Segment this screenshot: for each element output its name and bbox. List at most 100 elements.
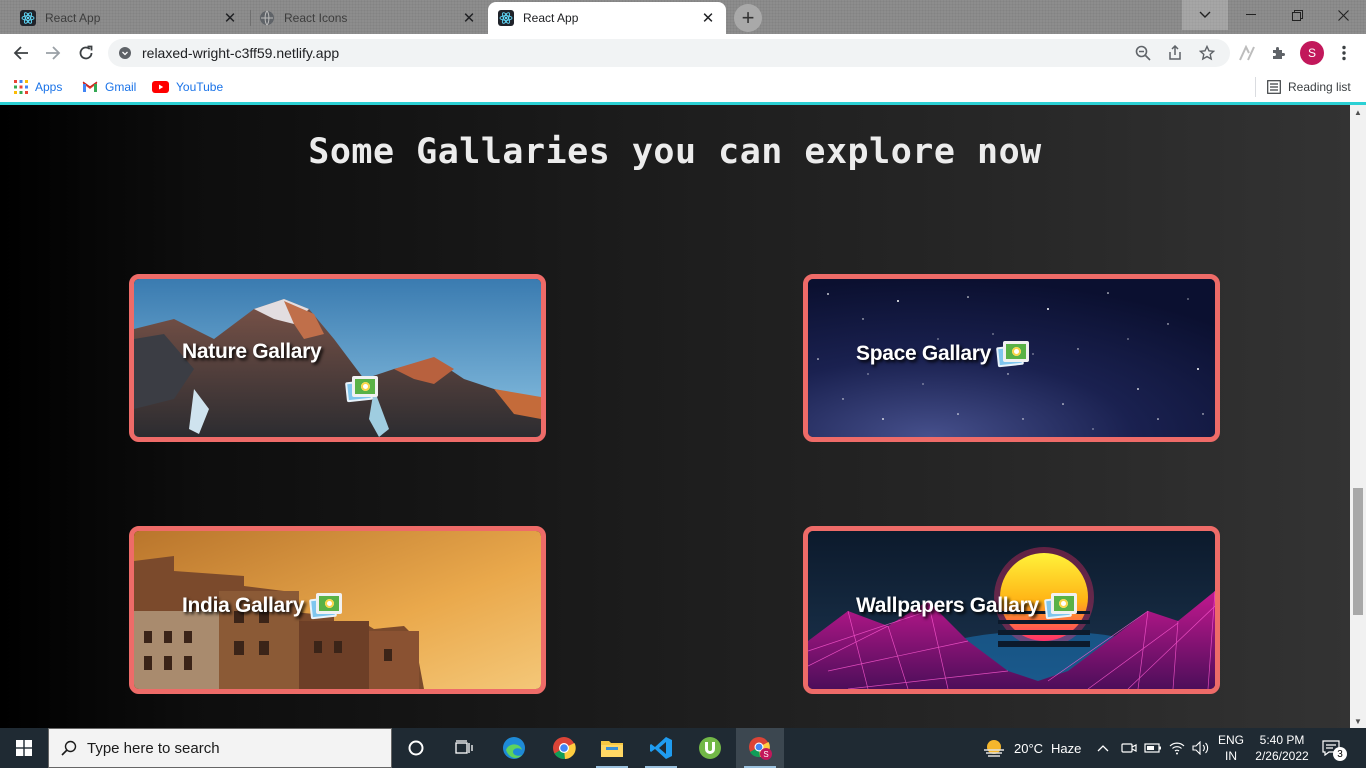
browser-tab-strip: React App ✕ React Icons ✕ React App ✕ + <box>0 0 1366 34</box>
volume-button[interactable] <box>1192 728 1210 768</box>
gallery-label: Space Gallary <box>856 342 992 365</box>
close-window-button[interactable] <box>1320 0 1366 30</box>
scroll-down-arrow-icon[interactable]: ▼ <box>1350 714 1366 728</box>
gallery-card-space[interactable]: Space Gallary <box>803 274 1220 442</box>
gallery-label: India Gallary <box>182 594 305 617</box>
tab-react-icons[interactable]: React Icons ✕ <box>249 2 487 34</box>
youtube-icon <box>152 81 169 93</box>
vscode-icon <box>650 737 672 759</box>
new-tab-button[interactable]: + <box>734 4 762 32</box>
forward-button[interactable] <box>42 42 64 64</box>
tab-title: React App <box>45 11 101 25</box>
globe-icon <box>260 10 274 26</box>
haze-weather-icon <box>984 740 1004 757</box>
cortana-button[interactable] <box>392 728 440 768</box>
gallery-label: Nature Gallary <box>182 340 322 363</box>
reload-button[interactable] <box>75 42 97 64</box>
restore-button[interactable] <box>1274 0 1320 30</box>
clock-time: 5:40 PM <box>1259 733 1305 747</box>
chevron-up-icon <box>1097 745 1109 752</box>
task-view-icon <box>455 740 473 754</box>
weather-condition: Haze <box>1051 740 1082 756</box>
page-heading: Some Gallaries you can explore now <box>308 132 1042 172</box>
battery-button[interactable] <box>1144 728 1162 768</box>
share-icon <box>1169 45 1181 60</box>
taskbar-file-explorer[interactable] <box>588 728 636 768</box>
minimize-button[interactable] <box>1228 0 1274 30</box>
bookmark-youtube[interactable]: YouTube <box>152 77 223 97</box>
minimize-icon <box>1246 14 1256 15</box>
taskbar-vscode[interactable] <box>637 728 685 768</box>
chrome-profile-icon: S <box>749 737 772 760</box>
url-text[interactable]: relaxed-wright-c3ff59.netlify.app <box>142 45 339 61</box>
windows-logo-icon <box>16 740 32 756</box>
browser-menu-button[interactable] <box>1333 42 1355 64</box>
bookmark-label: Apps <box>35 80 63 94</box>
magnifier-icon <box>1135 45 1151 61</box>
share-button[interactable] <box>1164 42 1186 64</box>
chrome-icon <box>553 737 576 760</box>
taskbar-search-box[interactable]: Type here to search <box>48 728 392 768</box>
tab-title: React App <box>523 11 579 25</box>
tab-search-button[interactable] <box>1182 0 1228 30</box>
star-icon <box>1199 45 1215 61</box>
extensions-menu-button[interactable] <box>1268 42 1290 64</box>
reload-icon <box>79 45 93 60</box>
apps-grid-icon <box>14 80 28 94</box>
page-scrollbar[interactable]: ▲ ▼ <box>1350 105 1366 728</box>
meet-now-button[interactable] <box>1121 728 1137 768</box>
speaker-icon <box>1192 741 1209 755</box>
utorrent-icon <box>699 737 721 759</box>
task-view-button[interactable] <box>440 728 488 768</box>
bookmark-label: YouTube <box>176 80 224 94</box>
scroll-up-arrow-icon[interactable]: ▲ <box>1350 105 1366 119</box>
show-hidden-icons-button[interactable] <box>1097 728 1109 768</box>
scrollbar-thumb[interactable] <box>1353 488 1363 615</box>
taskbar-edge[interactable] <box>490 728 538 768</box>
network-button[interactable] <box>1169 728 1185 768</box>
arrow-left-icon <box>13 46 28 60</box>
tab-close-icon[interactable]: ✕ <box>700 10 716 27</box>
gmail-icon <box>82 81 98 93</box>
framed-picture-icon <box>996 340 1031 368</box>
taskbar-chrome-profile[interactable]: S <box>736 728 784 768</box>
weather-widget[interactable]: 20°C Haze <box>982 728 1081 768</box>
react-icon <box>498 10 514 26</box>
gallery-title: Space Gallary <box>856 340 1031 368</box>
profile-avatar[interactable]: S <box>1300 41 1324 65</box>
page-content: Some Gallaries you can explore now Natur… <box>0 105 1350 728</box>
gallery-title: India Gallary <box>182 592 344 620</box>
gallery-card-india[interactable]: India Gallary <box>129 526 546 694</box>
tab-react-app-active[interactable]: React App ✕ <box>488 2 726 34</box>
battery-icon <box>1144 743 1161 753</box>
start-button[interactable] <box>0 728 48 768</box>
framed-picture-icon <box>1043 592 1079 620</box>
reading-list-icon <box>1267 80 1281 94</box>
gallery-title: Nature Gallary <box>182 340 322 364</box>
taskbar-chrome[interactable] <box>540 728 588 768</box>
gallery-card-nature[interactable]: Nature Gallary <box>129 274 546 442</box>
zoom-button[interactable] <box>1132 42 1154 64</box>
back-button[interactable] <box>10 42 32 64</box>
taskbar-clock[interactable]: 5:40 PM 2/26/2022 <box>1252 732 1312 764</box>
tab-react-app-1[interactable]: React App ✕ <box>10 2 248 34</box>
framed-picture-icon <box>345 375 380 403</box>
input-language-indicator[interactable]: ENG IN <box>1214 732 1248 764</box>
extension-button[interactable] <box>1237 42 1259 64</box>
plus-icon: + <box>741 5 755 30</box>
chevron-down-icon <box>1199 11 1211 18</box>
taskbar-utorrent[interactable] <box>686 728 734 768</box>
bookmark-star-button[interactable] <box>1196 42 1218 64</box>
address-bar[interactable]: relaxed-wright-c3ff59.netlify.app <box>108 39 1230 67</box>
svg-text:S: S <box>763 750 768 759</box>
bookmark-gmail[interactable]: Gmail <box>82 77 136 97</box>
language-code: ENG <box>1217 733 1244 747</box>
wifi-icon <box>1169 742 1185 755</box>
tab-close-icon[interactable]: ✕ <box>461 10 477 27</box>
tab-close-icon[interactable]: ✕ <box>222 10 238 27</box>
bookmark-apps[interactable]: Apps <box>14 77 62 97</box>
framed-picture-icon <box>309 592 344 620</box>
gallery-card-wallpapers[interactable]: Wallpapers Gallary <box>803 526 1220 694</box>
reading-list-button[interactable]: Reading list <box>1267 77 1351 97</box>
site-info-icon[interactable] <box>118 46 132 60</box>
